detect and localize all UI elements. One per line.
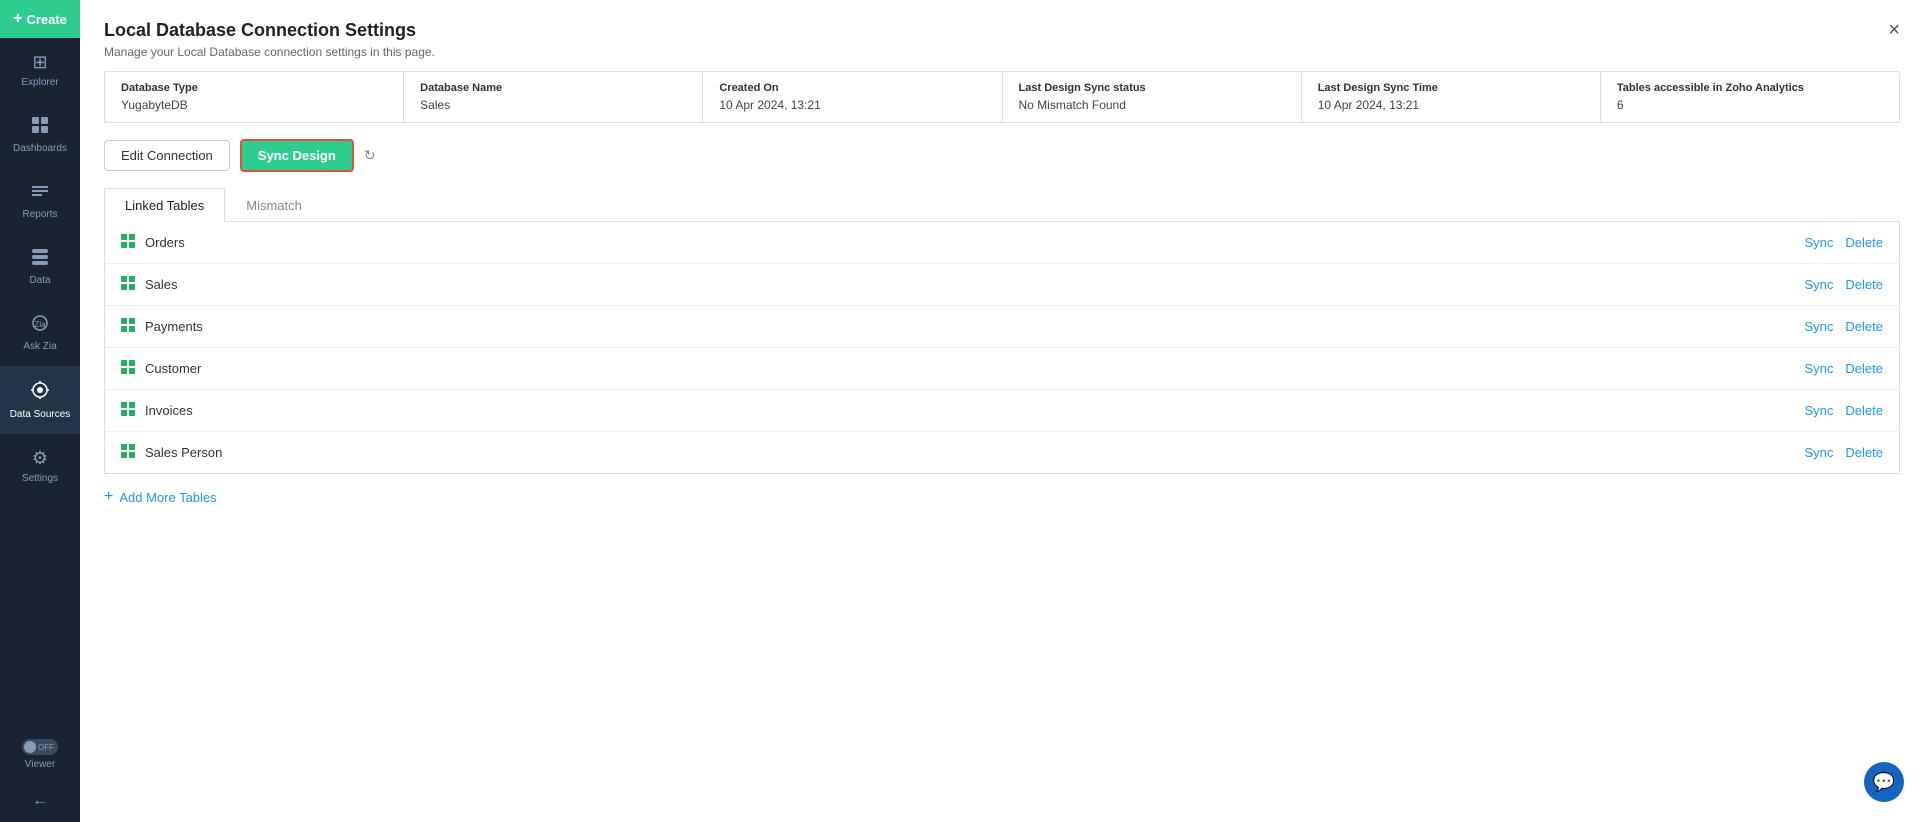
sidebar: + Create ⊞ Explorer Dashboards Reports: [0, 0, 80, 822]
info-cell-db-name: Database Name Sales: [404, 72, 703, 122]
explorer-icon: ⊞: [32, 52, 47, 73]
table-actions: Sync Delete: [1805, 403, 1883, 418]
tabs-container: Linked Tables Mismatch: [104, 188, 1900, 222]
delete-button-invoices[interactable]: Delete: [1845, 403, 1883, 418]
table-actions: Sync Delete: [1805, 445, 1883, 460]
sidebar-bottom: OFF Viewer ←: [0, 729, 80, 822]
ask-zia-icon: Zia: [31, 314, 49, 337]
edit-connection-button[interactable]: Edit Connection: [104, 140, 230, 171]
grid-icon: [121, 360, 135, 377]
linked-tables-list: Orders Sync Delete Sales Sync Delete: [104, 222, 1900, 474]
table-row: Sales Sync Delete: [105, 264, 1899, 306]
close-button[interactable]: ×: [1888, 20, 1900, 40]
sync-button-customer[interactable]: Sync: [1805, 361, 1834, 376]
sidebar-item-ask-zia[interactable]: Zia Ask Zia: [0, 300, 80, 366]
table-actions: Sync Delete: [1805, 277, 1883, 292]
tab-linked-tables[interactable]: Linked Tables: [104, 188, 225, 222]
table-row: Payments Sync Delete: [105, 306, 1899, 348]
add-plus-icon: +: [104, 488, 113, 506]
reports-icon: [31, 182, 49, 205]
create-button[interactable]: + Create: [0, 0, 80, 38]
grid-icon: [121, 402, 135, 419]
sync-button-orders[interactable]: Sync: [1805, 235, 1834, 250]
delete-button-payments[interactable]: Delete: [1845, 319, 1883, 334]
action-bar: Edit Connection Sync Design ↻: [80, 123, 1924, 188]
chat-bubble-button[interactable]: 💬: [1864, 762, 1904, 802]
table-row: Sales Person Sync Delete: [105, 432, 1899, 473]
delete-button-customer[interactable]: Delete: [1845, 361, 1883, 376]
modal-subtitle: Manage your Local Database connection se…: [104, 45, 435, 59]
sidebar-collapse-button[interactable]: ←: [0, 780, 80, 822]
settings-icon: ⚙: [32, 448, 48, 469]
info-cell-db-type: Database Type YugabyteDB: [105, 72, 404, 122]
table-row: Customer Sync Delete: [105, 348, 1899, 390]
data-sources-icon: [30, 380, 50, 405]
grid-icon: [121, 318, 135, 335]
sync-button-sales[interactable]: Sync: [1805, 277, 1834, 292]
sidebar-item-data[interactable]: Data: [0, 234, 80, 300]
refresh-icon[interactable]: ↻: [364, 147, 376, 164]
table-actions: Sync Delete: [1805, 361, 1883, 376]
tab-mismatch[interactable]: Mismatch: [225, 188, 323, 222]
table-row: Orders Sync Delete: [105, 222, 1899, 264]
info-cell-tables-accessible: Tables accessible in Zoho Analytics 6: [1601, 72, 1899, 122]
sidebar-item-reports[interactable]: Reports: [0, 168, 80, 234]
plus-icon: +: [13, 10, 22, 28]
delete-button-orders[interactable]: Delete: [1845, 235, 1883, 250]
sync-button-payments[interactable]: Sync: [1805, 319, 1834, 334]
delete-button-sales-person[interactable]: Delete: [1845, 445, 1883, 460]
grid-icon: [121, 234, 135, 251]
modal-header: Local Database Connection Settings Manag…: [80, 0, 1924, 71]
viewer-section: OFF Viewer: [0, 729, 80, 780]
main-content: Local Database Connection Settings Manag…: [80, 0, 1924, 822]
sidebar-item-dashboards[interactable]: Dashboards: [0, 102, 80, 168]
sync-button-invoices[interactable]: Sync: [1805, 403, 1834, 418]
toggle-knob: [24, 741, 36, 753]
add-more-tables-button[interactable]: + Add More Tables: [80, 474, 1924, 520]
svg-text:Zia: Zia: [34, 320, 46, 329]
sidebar-item-settings[interactable]: ⚙ Settings: [0, 434, 80, 498]
info-table: Database Type YugabyteDB Database Name S…: [104, 71, 1900, 123]
chat-icon: 💬: [1873, 772, 1895, 793]
modal-title-section: Local Database Connection Settings Manag…: [104, 20, 435, 59]
grid-icon: [121, 276, 135, 293]
sidebar-item-data-sources[interactable]: Data Sources: [0, 366, 80, 434]
info-cell-sync-time: Last Design Sync Time 10 Apr 2024, 13:21: [1302, 72, 1601, 122]
viewer-toggle[interactable]: OFF: [22, 739, 58, 755]
table-actions: Sync Delete: [1805, 319, 1883, 334]
table-actions: Sync Delete: [1805, 235, 1883, 250]
collapse-icon: ←: [32, 792, 48, 810]
delete-button-sales[interactable]: Delete: [1845, 277, 1883, 292]
sync-button-sales-person[interactable]: Sync: [1805, 445, 1834, 460]
info-cell-created-on: Created On 10 Apr 2024, 13:21: [703, 72, 1002, 122]
table-row: Invoices Sync Delete: [105, 390, 1899, 432]
dashboards-icon: [31, 116, 49, 139]
modal-title: Local Database Connection Settings: [104, 20, 435, 41]
sync-design-button[interactable]: Sync Design: [240, 139, 354, 172]
info-cell-sync-status: Last Design Sync status No Mismatch Foun…: [1003, 72, 1302, 122]
data-icon: [31, 248, 49, 271]
sidebar-item-explorer[interactable]: ⊞ Explorer: [0, 38, 80, 102]
grid-icon: [121, 444, 135, 461]
